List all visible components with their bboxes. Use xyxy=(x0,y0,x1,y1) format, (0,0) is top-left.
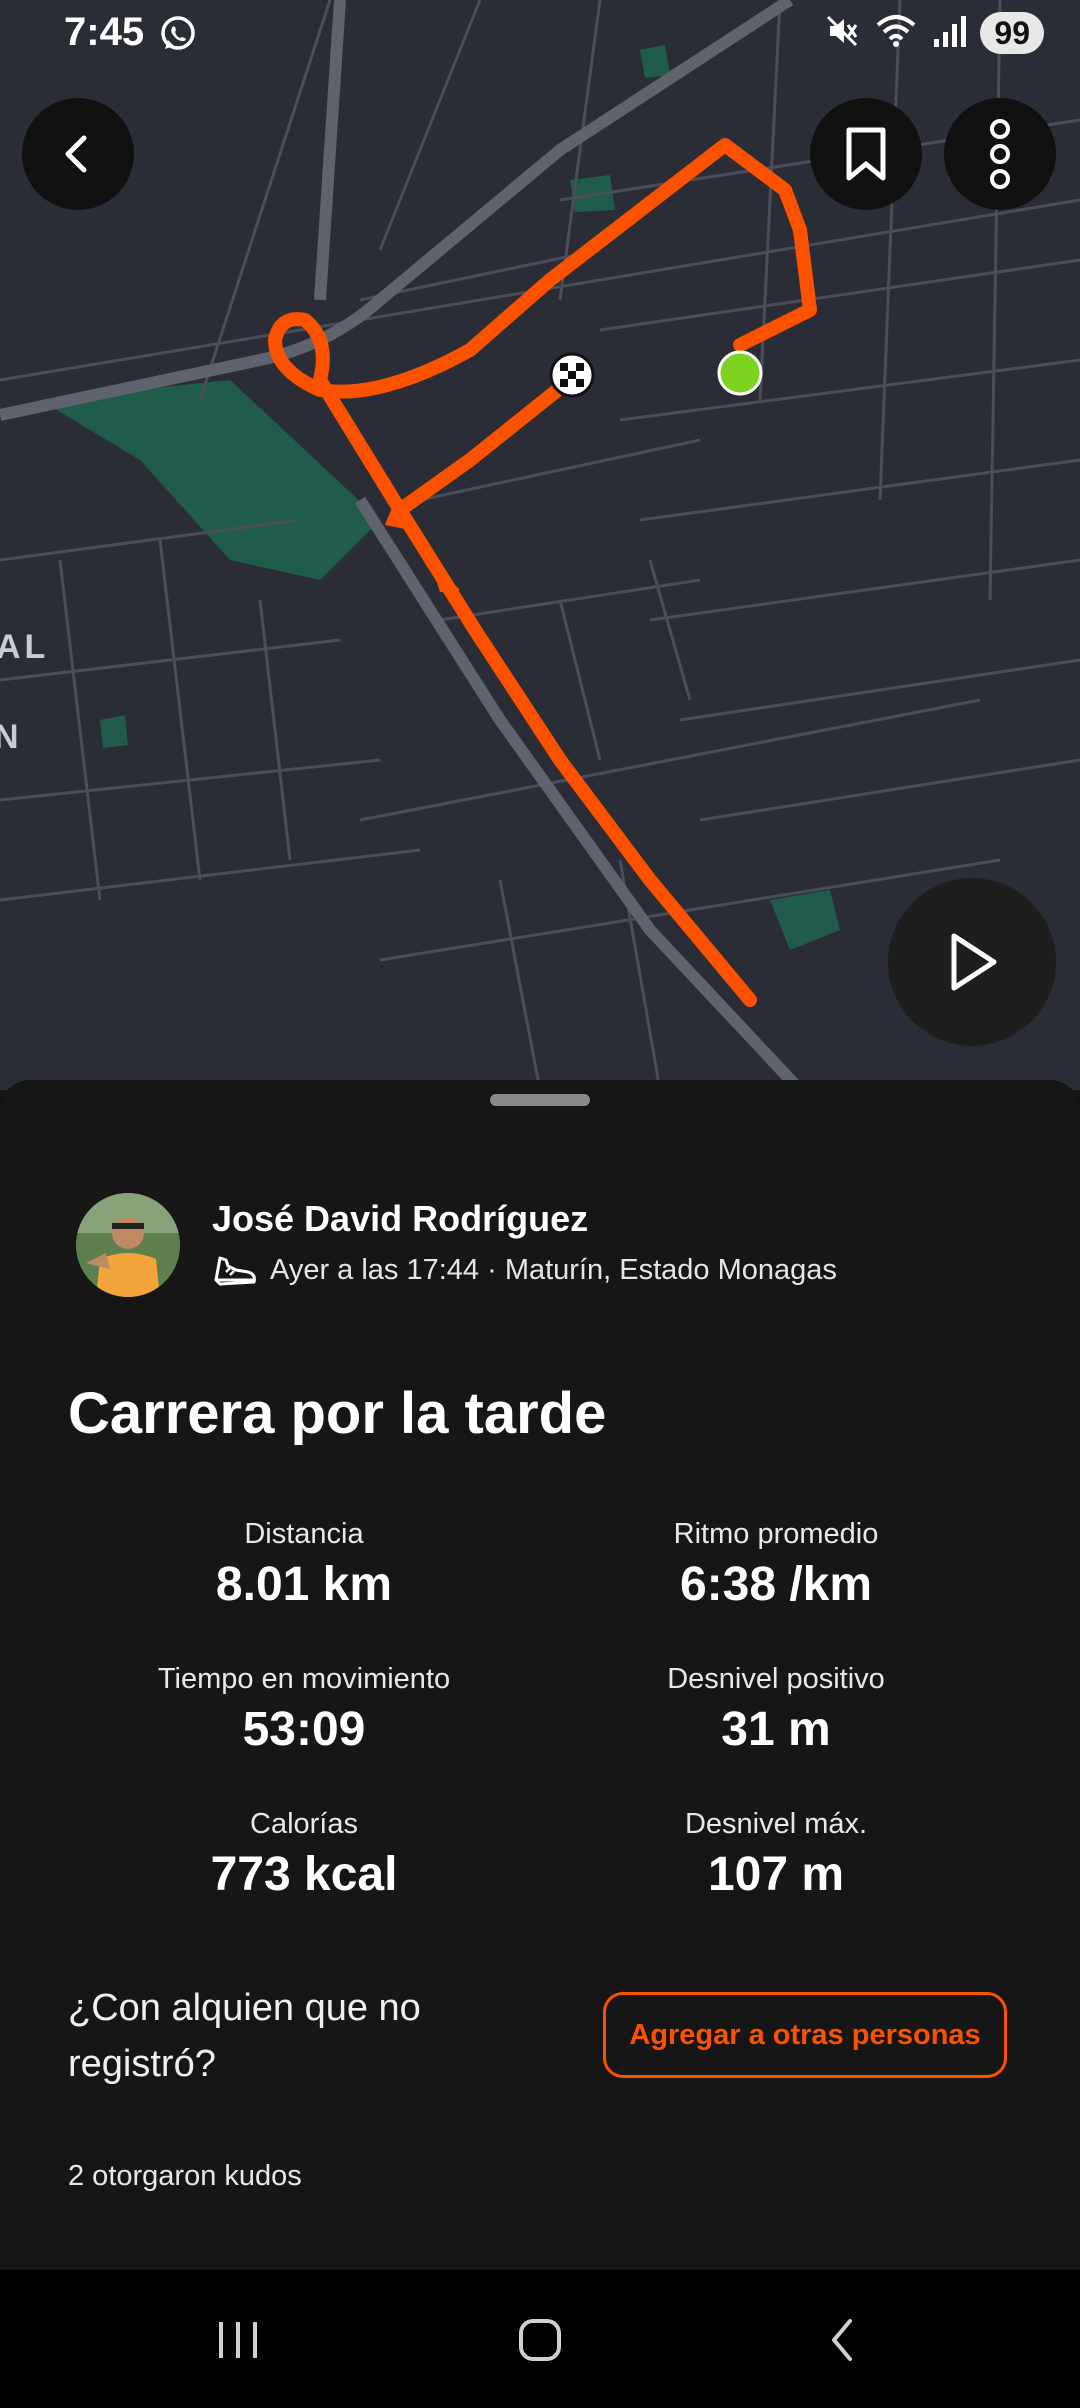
activity-date-location: Ayer a las 17:44 · Maturín, Estado Monag… xyxy=(270,1253,837,1286)
status-bar: 7:45 99 xyxy=(0,0,1080,70)
home-icon xyxy=(519,2319,561,2361)
map-label: AL xyxy=(0,628,50,666)
status-icons: 99 xyxy=(824,12,1044,54)
kudos-count[interactable]: 2 otorgaron kudos xyxy=(68,2160,302,2193)
park-area xyxy=(100,715,128,748)
stat-value: 53:09 xyxy=(242,1703,366,1756)
system-back-button[interactable] xyxy=(792,2300,892,2380)
activity-sheet: José David Rodríguez Ayer a las 17:44 · … xyxy=(0,1080,1080,2270)
avatar[interactable] xyxy=(76,1193,180,1297)
activity-meta: Ayer a las 17:44 · Maturín, Estado Monag… xyxy=(212,1250,837,1290)
route-line xyxy=(268,138,817,1007)
finish-marker-icon xyxy=(549,352,595,398)
stat-max-elevation: Desnivel máx. 107 m xyxy=(566,1808,986,1902)
stat-label: Desnivel positivo xyxy=(667,1663,885,1695)
wifi-icon xyxy=(874,13,918,54)
stat-label: Tiempo en movimiento xyxy=(157,1663,451,1695)
athlete-name[interactable]: José David Rodríguez xyxy=(212,1198,588,1240)
park-area xyxy=(40,380,380,580)
add-others-prompt: ¿Con alquien que no registró? xyxy=(68,1987,421,2085)
stat-elevation-gain: Desnivel positivo 31 m xyxy=(566,1663,986,1757)
recents-button[interactable] xyxy=(188,2300,288,2380)
stat-label: Ritmo promedio xyxy=(673,1518,879,1550)
signal-icon xyxy=(932,13,967,54)
stat-label: Distancia xyxy=(244,1518,364,1550)
stat-value: 773 kcal xyxy=(210,1848,398,1901)
recents-icon xyxy=(219,2322,257,2358)
add-others-button[interactable]: Agregar a otras personas xyxy=(603,1992,1007,2078)
stat-calories: Calorías 773 kcal xyxy=(94,1808,514,1902)
system-back-icon xyxy=(832,2319,852,2361)
park-area xyxy=(770,890,840,950)
bookmark-button[interactable] xyxy=(810,98,922,210)
activity-title: Carrera por la tarde xyxy=(68,1381,607,1446)
map-label: N xyxy=(0,718,23,756)
play-icon xyxy=(951,933,997,991)
stat-value: 107 m xyxy=(707,1848,845,1901)
stat-value: 31 m xyxy=(721,1703,831,1756)
stat-avg-pace: Ritmo promedio 6:38 /km xyxy=(566,1518,986,1612)
sheet-drag-handle[interactable] xyxy=(490,1094,590,1106)
mute-icon xyxy=(824,13,860,54)
stat-distance: Distancia 8.01 km xyxy=(94,1518,514,1612)
stat-label: Desnivel máx. xyxy=(684,1808,868,1840)
back-icon xyxy=(65,135,87,173)
stat-label: Calorías xyxy=(250,1808,358,1840)
status-time: 7:45 xyxy=(64,10,145,54)
play-flyover-button[interactable] xyxy=(888,878,1056,1046)
more-options-button[interactable] xyxy=(944,98,1056,210)
start-marker-icon xyxy=(717,350,763,396)
avatar-photo xyxy=(76,1193,180,1297)
battery-indicator: 99 xyxy=(980,12,1044,54)
stat-value: 6:38 /km xyxy=(679,1558,873,1611)
back-button[interactable] xyxy=(22,98,134,210)
home-button[interactable] xyxy=(490,2300,590,2380)
stat-moving-time: Tiempo en movimiento 53:09 xyxy=(94,1663,514,1757)
more-icon xyxy=(990,119,1010,189)
run-shoe-icon xyxy=(214,1256,256,1286)
system-nav-bar xyxy=(0,2270,1080,2408)
bookmark-icon xyxy=(846,127,886,181)
stat-value: 8.01 km xyxy=(215,1558,393,1611)
whatsapp-icon xyxy=(158,14,202,58)
